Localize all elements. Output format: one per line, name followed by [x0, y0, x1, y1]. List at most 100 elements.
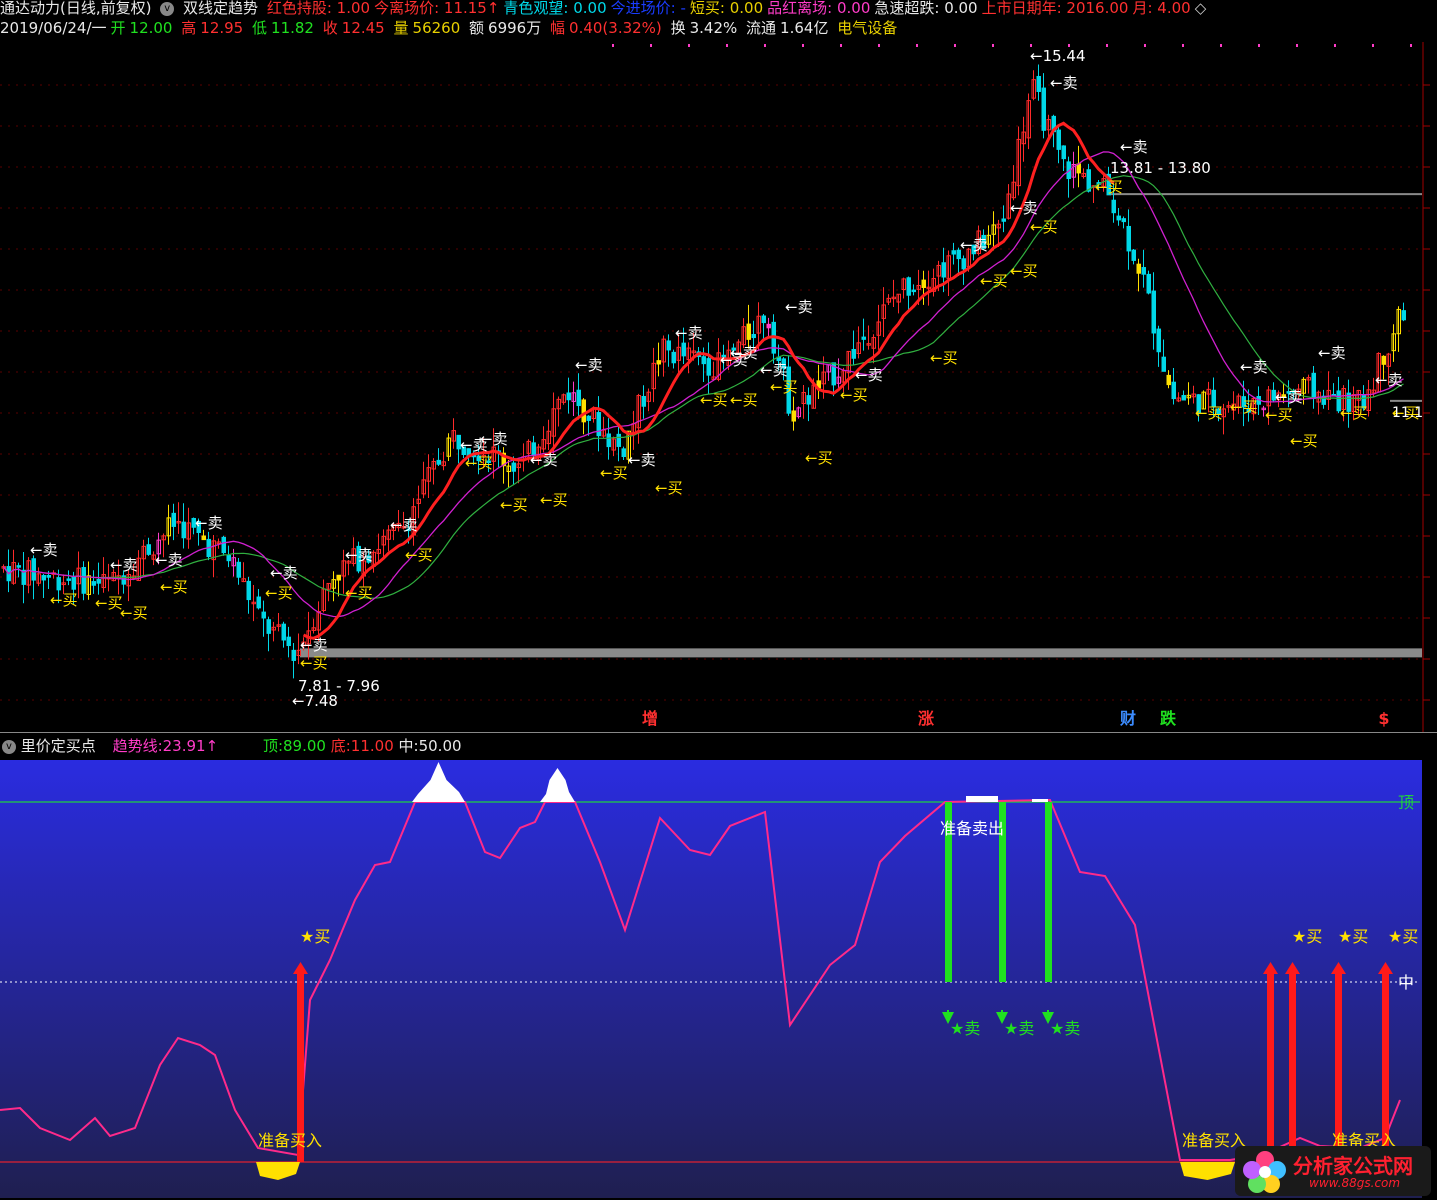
candle-body	[576, 389, 581, 407]
low-price-label: ←7.48	[292, 692, 338, 710]
candle-body	[66, 578, 71, 581]
signal-dot	[878, 44, 880, 47]
signal-dot	[650, 44, 652, 47]
buy-annotation: ←买	[345, 584, 373, 602]
candle-body	[436, 459, 441, 465]
trend-value: 23.91↑	[162, 737, 219, 755]
candle-body	[746, 323, 751, 340]
buy-annotation: ←买	[300, 654, 328, 672]
trend-label: 趋势线:	[112, 737, 163, 755]
diamond-icon[interactable]: ◇	[1195, 0, 1207, 17]
candle-body	[1136, 263, 1141, 274]
candle-body	[1036, 75, 1041, 92]
sell-star-label: ★卖	[1004, 1019, 1034, 1038]
buy-annotation: ←买	[655, 479, 683, 497]
buy-annotation: ←买	[50, 591, 78, 609]
buy-annotation: ←买	[805, 449, 833, 467]
quote-date: 2019/06/24/一	[0, 19, 107, 37]
buy-bar	[1267, 972, 1274, 1162]
buy-annotation: ←买	[160, 578, 188, 596]
candle-body	[951, 250, 956, 255]
sell-annotation: ←卖	[1120, 138, 1148, 156]
candle-body	[681, 342, 686, 357]
close-value: 12.45	[341, 19, 385, 37]
overbought-area	[1032, 799, 1048, 802]
turnover-value: 3.42%	[689, 19, 738, 37]
candle-body	[146, 544, 151, 555]
sell-star-label: ★卖	[1050, 1019, 1080, 1038]
header-item-2: 青色观望: 0.00	[503, 0, 607, 17]
low-label: 低	[252, 19, 268, 37]
volume-value: 56260	[412, 19, 461, 37]
candle-body	[806, 395, 811, 405]
chart-background	[0, 42, 1437, 732]
top-value: 89.00	[283, 737, 326, 755]
range-value: 0.40(3.32%)	[569, 19, 662, 37]
candle-body	[766, 323, 771, 329]
signal-dot	[1296, 44, 1298, 47]
candle-body	[201, 535, 206, 541]
sell-annotation: ←卖	[1240, 358, 1268, 376]
candle-body	[31, 558, 36, 581]
header-item-5: 品红离场: 0.00	[767, 0, 871, 17]
sector-label[interactable]: 电气设备	[837, 19, 897, 37]
turnover-label: 换	[670, 19, 686, 37]
buy-annotation: ←买	[1030, 218, 1058, 236]
candle-body	[911, 289, 916, 293]
buy-annotation: ←买	[265, 584, 293, 602]
sell-annotation: ←卖	[530, 451, 558, 469]
sell-annotation: ←卖	[760, 361, 788, 379]
event-marker-0: 增	[642, 709, 658, 728]
candle-body	[941, 262, 946, 278]
candle-body	[586, 415, 591, 421]
candle-body	[921, 279, 926, 288]
bottom-value: 11.00	[350, 737, 394, 755]
candle-body	[511, 462, 516, 472]
signal-dot	[1258, 44, 1260, 47]
bottom-label: 底:	[330, 737, 351, 755]
price-chart[interactable]: ←卖 ←卖 ←卖 ←卖 ←卖 ←卖 ←卖 ←卖 ←卖 ←卖 ←卖 ←卖 ←卖 ←卖 ←卖 ←卖 ←卖 ←卖 ←卖 ←卖…	[0, 42, 1437, 732]
candle-body	[1076, 163, 1081, 174]
signal-dot	[726, 44, 728, 47]
dropdown-icon[interactable]: v	[2, 739, 16, 754]
sell-annotation: ←卖	[110, 556, 138, 574]
indicator-panel-name[interactable]: 里价定买点	[21, 737, 96, 755]
candle-body	[961, 258, 966, 270]
stock-title[interactable]: 通达动力(日线,前复权)	[0, 0, 151, 17]
header-item-0: 红色持股: 1.00	[266, 0, 371, 17]
candle-body	[656, 360, 661, 365]
event-marker-3: 跌	[1160, 709, 1177, 728]
indicator-chart[interactable]: 顶中★卖 ★卖 ★卖★买 ★买 ★买 ★买准备卖出准备买入 准备买入 准备买入	[0, 758, 1437, 1200]
header-item-1: 今离场价: 11.15↑	[374, 0, 500, 17]
event-marker-1: 涨	[918, 709, 934, 728]
candle-body	[1041, 87, 1046, 131]
amount-label: 额	[469, 19, 485, 37]
watermark-url: www.88gs.com	[1309, 1176, 1401, 1190]
candle-body	[1171, 381, 1176, 400]
buy-annotation: ←买	[730, 391, 758, 409]
candle-body	[1061, 145, 1066, 160]
sell-annotation: ←卖	[155, 551, 183, 569]
sell-star-label: ★卖	[950, 1019, 980, 1038]
dropdown-icon[interactable]: v	[160, 1, 175, 16]
candle-body	[671, 351, 676, 364]
float-label: 流通	[746, 19, 777, 37]
top-label: 顶:	[262, 737, 283, 755]
high-value: 12.95	[200, 19, 244, 37]
candle-body	[171, 512, 176, 527]
signal-dot	[1182, 44, 1184, 47]
candle-body	[1141, 267, 1146, 275]
watermark-title: 分析家公式网	[1293, 1154, 1413, 1178]
candle-body	[1086, 169, 1091, 192]
range-top-label: 13.81 - 13.80	[1110, 159, 1211, 177]
candle-body	[606, 433, 611, 448]
buy-annotation: ←买	[465, 454, 493, 472]
candle-body	[1126, 225, 1131, 252]
header-item-8: 月: 4.00	[1132, 0, 1191, 17]
candle-body	[1166, 374, 1171, 386]
sell-annotation: ←卖	[480, 430, 508, 448]
indicator-name[interactable]: 双线定趋势	[183, 0, 258, 17]
quote-row: 2019/06/24/一开 12.00 高 12.95 低 11.82 收 12.45 …	[0, 18, 901, 38]
candle-body	[706, 358, 711, 376]
signal-dot	[764, 44, 766, 47]
